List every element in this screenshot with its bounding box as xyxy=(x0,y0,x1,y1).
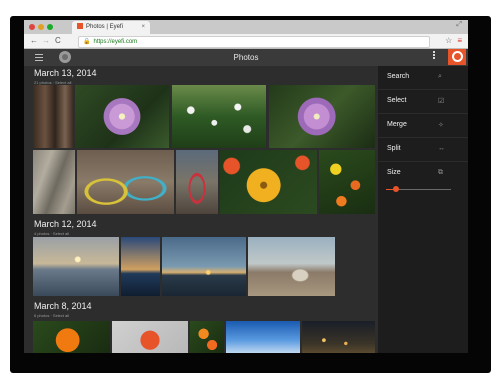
close-window-button[interactable] xyxy=(29,24,35,30)
eyefi-favicon-icon xyxy=(77,23,83,29)
page-title: Photos xyxy=(233,53,259,62)
photo-pink-flower[interactable] xyxy=(75,85,169,148)
panel-item-split[interactable]: Split ↔ xyxy=(378,138,468,162)
browser-toolbar: ← → C 🔒 https://eyefi.com ☆ ≡ xyxy=(24,34,468,49)
panel-item-size: Size ⧉ xyxy=(378,162,468,198)
photo-sunset-ocean[interactable] xyxy=(33,237,119,296)
toolbar-right: ☆ ≡ xyxy=(445,35,462,47)
photo-red-bicycle[interactable] xyxy=(176,150,218,214)
photo-purple-flower[interactable] xyxy=(269,85,375,148)
photo-marigolds[interactable] xyxy=(319,150,375,214)
minimize-window-button[interactable] xyxy=(38,24,44,30)
photo-city-night[interactable] xyxy=(302,321,375,353)
panel-item-label: Select xyxy=(387,97,407,104)
tab-title: Photos | Eyefi xyxy=(86,24,123,30)
url-text: https://eyefi.com xyxy=(93,39,138,45)
photo-white-flowers[interactable] xyxy=(172,85,266,148)
merge-icon: ✧ xyxy=(438,122,444,129)
back-button[interactable]: ← xyxy=(30,35,38,47)
size-slider-thumb[interactable] xyxy=(392,186,399,192)
browser-tab[interactable]: Photos | Eyefi × xyxy=(72,21,150,34)
tab-close-icon[interactable]: × xyxy=(141,21,145,34)
photos-app: Photos March 13, 2014 21 photos · Select… xyxy=(24,49,468,353)
photo-orange-poppy[interactable] xyxy=(220,150,317,214)
forward-button[interactable]: → xyxy=(42,35,50,47)
photo-driftwood[interactable] xyxy=(33,150,75,214)
panel-item-merge[interactable]: Merge ✧ xyxy=(378,114,468,138)
photo-orange-blooms[interactable] xyxy=(190,321,224,353)
panel-item-label: Search xyxy=(387,73,410,80)
app-bar: Photos xyxy=(24,49,468,66)
section-count: 4 photos · Select all xyxy=(34,231,70,236)
photo-beach-rocks[interactable] xyxy=(248,237,335,296)
photo-orange-flower[interactable] xyxy=(33,321,110,353)
address-bar[interactable]: 🔒 https://eyefi.com xyxy=(78,36,430,48)
search-icon: ⌕ xyxy=(438,73,442,80)
photo-tree-bark[interactable] xyxy=(33,85,73,148)
fullscreen-icon[interactable]: ⤢ xyxy=(456,21,462,29)
section-date: March 13, 2014 xyxy=(34,68,97,78)
checkbox-icon: ☑ xyxy=(438,98,445,105)
panel-item-select[interactable]: Select ☑ xyxy=(378,90,468,114)
section-date: March 12, 2014 xyxy=(34,219,97,229)
side-panel: Search ⌕ Select ☑ Merge ✧ Split ↔ Size ⧉ xyxy=(378,66,468,353)
browser-tabstrip: Photos | Eyefi × ⤢ xyxy=(24,20,468,34)
section-date: March 8, 2014 xyxy=(34,301,92,311)
photo-blue-sky[interactable] xyxy=(226,321,300,353)
lock-icon: 🔒 xyxy=(83,39,91,45)
bookmark-star-icon[interactable]: ☆ xyxy=(445,36,452,45)
panel-item-label: Split xyxy=(387,145,401,152)
more-vertical-icon[interactable] xyxy=(433,51,436,60)
size-slider[interactable] xyxy=(386,186,451,192)
grid-size-icon: ⧉ xyxy=(438,169,443,176)
split-icon: ↔ xyxy=(438,145,445,152)
eyefi-logo-button[interactable] xyxy=(448,49,466,65)
zoom-window-button[interactable] xyxy=(47,24,53,30)
photo-red-poppy[interactable] xyxy=(112,321,188,353)
section-count: 6 photos · Select all xyxy=(34,313,70,318)
photo-sailboat-sunset[interactable] xyxy=(162,237,246,296)
eyefi-logo-icon xyxy=(452,51,463,62)
reload-button[interactable]: C xyxy=(55,35,61,47)
panel-item-label: Size xyxy=(387,169,401,176)
panel-item-label: Merge xyxy=(387,121,407,128)
photo-bicycles[interactable] xyxy=(77,150,174,214)
photo-harbor-dusk[interactable] xyxy=(121,237,160,296)
panel-item-search[interactable]: Search ⌕ xyxy=(378,66,468,90)
browser-menu-icon[interactable]: ≡ xyxy=(457,36,462,45)
